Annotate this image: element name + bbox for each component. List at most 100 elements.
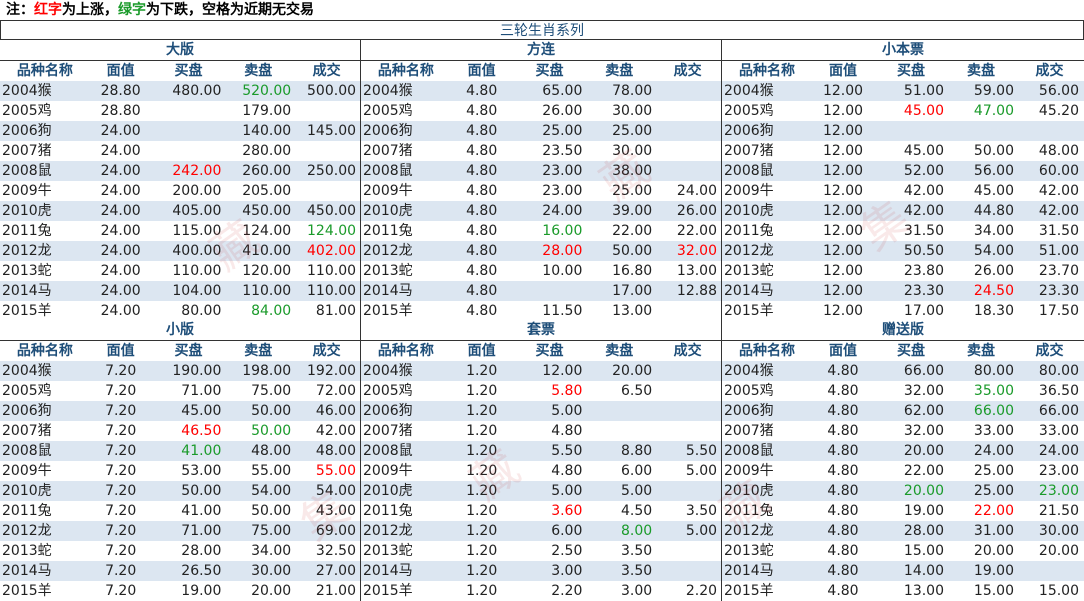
table-cell: 21.00 — [315, 583, 357, 599]
table-cell: 4.80 — [827, 363, 859, 379]
column-header: 卖盘 — [967, 343, 995, 359]
panel-title: 赠送版 — [722, 320, 1084, 341]
table-cell: 190.00 — [172, 363, 222, 379]
table-cell: 4.80 — [827, 443, 859, 459]
table-cell: 2.50 — [551, 543, 583, 559]
table-cell: 2007猪 — [2, 143, 52, 159]
table-cell: 110.00 — [172, 263, 222, 279]
table-cell: 26.50 — [181, 563, 222, 579]
table-cell: 2010虎 — [724, 203, 774, 219]
table-row: 2012龙 7.20 71.00 75.00 69.00 — [0, 521, 360, 541]
column-header: 面值 — [106, 343, 135, 359]
legend-note: 注：红字为上涨，绿字为下跌，空格为近期无交易 — [0, 0, 1084, 20]
table-cell: 53.00 — [181, 463, 222, 479]
table-cell: 242.00 — [172, 163, 222, 179]
table-row: 2009牛 12.00 42.00 45.00 42.00 — [722, 181, 1084, 201]
table-cell: 2004猴 — [2, 83, 52, 99]
table-row: 2011兔 4.80 16.00 22.00 22.00 — [361, 221, 721, 241]
table-cell: 35.00 — [973, 383, 1014, 399]
table-cell: 23.00 — [1038, 483, 1079, 499]
table-cell: 1.20 — [466, 543, 498, 559]
table-cell — [293, 181, 360, 201]
table-cell: 12.00 — [822, 243, 864, 259]
table-row: 2010虎 4.80 24.00 39.00 26.00 — [361, 201, 721, 221]
table-cell: 24.50 — [973, 283, 1014, 299]
table-cell: 1.20 — [466, 483, 498, 499]
table-cell: 120.00 — [242, 263, 292, 279]
table-cell: 17.50 — [1038, 303, 1079, 319]
column-header: 买盘 — [535, 63, 564, 79]
table-cell — [293, 101, 360, 121]
table-cell: 4.80 — [466, 143, 498, 159]
table-cell: 2015羊 — [724, 303, 774, 319]
table-cell: 2007猪 — [724, 143, 774, 159]
table-cell: 12.00 — [822, 123, 864, 139]
table-cell: 2004猴 — [2, 363, 52, 379]
table-row: 2011兔 12.00 31.50 34.00 31.50 — [722, 221, 1084, 241]
table-cell — [154, 141, 224, 161]
table-cell: 2005鸡 — [724, 103, 774, 119]
table-row: 2008鼠 4.80 20.00 24.00 24.00 — [722, 441, 1084, 461]
table-cell: 59.00 — [973, 83, 1014, 99]
table-cell: 2006狗 — [724, 123, 774, 139]
table-cell: 25.00 — [612, 183, 653, 199]
table-row: 2008鼠 1.20 5.50 8.80 5.50 — [361, 441, 721, 461]
table-cell: 410.00 — [242, 243, 292, 259]
table-cell: 20.00 — [251, 583, 292, 599]
table-row: 2014马 7.20 26.50 30.00 27.00 — [0, 561, 360, 581]
table-row: 2006狗 4.80 25.00 25.00 — [361, 121, 721, 141]
table-cell: 62.00 — [903, 403, 944, 419]
table-cell: 12.00 — [822, 283, 864, 299]
table-cell: 23.30 — [1038, 283, 1079, 299]
table-row: 2009牛 1.20 4.80 6.00 5.00 — [361, 461, 721, 481]
table-cell: 50.00 — [251, 423, 292, 439]
table-cell: 2012龙 — [724, 523, 774, 539]
table-cell: 4.80 — [827, 523, 859, 539]
table-cell: 31.50 — [903, 223, 944, 239]
column-header: 买盘 — [897, 343, 925, 359]
table-cell: 80.00 — [973, 363, 1014, 379]
table-cell — [654, 541, 721, 561]
table-cell: 25.00 — [973, 483, 1014, 499]
table-row: 2013蛇 1.20 2.50 3.50 — [361, 541, 721, 561]
table-cell: 75.00 — [251, 383, 292, 399]
table-cell: 200.00 — [172, 183, 222, 199]
table-cell: 2008鼠 — [724, 163, 774, 179]
table-row: 2007猪 4.80 23.50 30.00 — [361, 141, 721, 161]
table-cell: 66.00 — [903, 363, 944, 379]
table-cell: 24.00 — [100, 143, 141, 159]
table-cell: 110.00 — [307, 263, 357, 279]
table-cell: 56.00 — [1038, 83, 1079, 99]
table-row: 2010虎 24.00 405.00 450.00 450.00 — [0, 201, 360, 221]
table-cell: 2009牛 — [363, 463, 413, 479]
table-cell: 2007猪 — [363, 423, 413, 439]
table-row: 2009牛 4.80 23.00 25.00 24.00 — [361, 181, 721, 201]
table-cell — [946, 121, 1016, 141]
table-cell: 4.50 — [621, 503, 653, 519]
column-header: 品种名称 — [16, 343, 73, 359]
table-row: 2004猴 1.20 12.00 20.00 — [361, 361, 721, 381]
table-cell: 2012龙 — [363, 523, 413, 539]
table-cell: 12.00 — [822, 183, 864, 199]
table-cell: 1.20 — [466, 523, 498, 539]
table-cell — [654, 101, 721, 121]
table-cell: 2011兔 — [2, 223, 52, 239]
column-header-row: 品种名称 面值 买盘 卖盘 成交 — [361, 341, 721, 361]
table-cell: 12.88 — [676, 283, 718, 299]
column-header: 成交 — [673, 343, 702, 359]
table-cell — [1016, 121, 1083, 141]
column-header: 成交 — [312, 63, 341, 79]
table-row: 2015羊 1.20 2.20 3.00 2.20 — [361, 581, 721, 601]
table-cell: 2013蛇 — [2, 543, 52, 559]
table-cell: 3.50 — [621, 543, 653, 559]
table-cell: 24.00 — [100, 283, 141, 299]
table-cell: 7.20 — [105, 403, 137, 419]
table-cell: 520.00 — [242, 83, 292, 99]
table-cell: 45.20 — [1038, 103, 1079, 119]
table-cell: 48.00 — [1038, 143, 1079, 159]
table-cell: 14.00 — [903, 563, 944, 579]
table-cell: 2014马 — [724, 563, 774, 579]
table-row: 2005鸡 7.20 71.00 75.00 72.00 — [0, 381, 360, 401]
table-cell: 4.80 — [827, 463, 859, 479]
table-cell: 2014马 — [363, 563, 413, 579]
